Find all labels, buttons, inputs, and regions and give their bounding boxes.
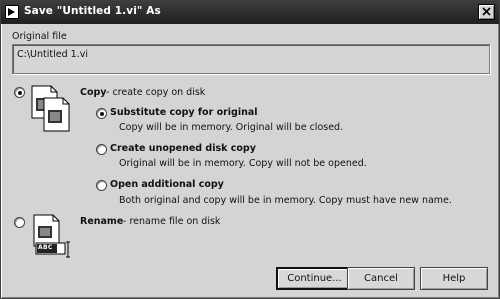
copy-files-icon — [31, 85, 70, 132]
additional-copy-label: Open additional copy — [110, 179, 224, 190]
title-bar: Save "Untitled 1.vi" As — [1, 1, 499, 24]
substitute-copy-desc: Copy will be in memory. Original will be… — [119, 122, 344, 133]
labview-vi-icon — [5, 5, 19, 19]
unopened-copy-desc: Original will be in memory. Copy will no… — [119, 158, 367, 169]
substitute-copy-label: Substitute copy for original — [110, 107, 258, 118]
rename-label: Rename — [80, 216, 124, 227]
rename-file-icon — [33, 214, 70, 258]
window-title: Save "Untitled 1.vi" As — [24, 5, 161, 17]
additional-copy-desc: Both original and copy will be in memory… — [119, 195, 452, 206]
unopened-copy-label: Create unopened disk copy — [110, 143, 256, 154]
copy-description: - create copy on disk — [106, 87, 206, 98]
continue-button[interactable]: Continue... — [276, 267, 353, 290]
copy-label: Copy — [80, 87, 107, 98]
unopened-copy-radio[interactable] — [96, 144, 107, 155]
rename-description: - rename file on disk — [123, 216, 221, 227]
rename-icon-badge: ABC — [38, 244, 53, 251]
copy-radio[interactable] — [14, 87, 25, 98]
save-as-dialog: Save "Untitled 1.vi" As Original file C:… — [0, 0, 500, 299]
close-icon — [482, 7, 491, 16]
rename-radio[interactable] — [14, 217, 25, 228]
help-button[interactable]: Help — [420, 267, 488, 290]
original-file-field: C:\Untitled 1.vi — [12, 44, 490, 74]
original-file-path: C:\Untitled 1.vi — [17, 49, 88, 60]
cancel-button[interactable]: Cancel — [347, 267, 415, 290]
original-file-label: Original file — [12, 31, 67, 42]
close-button[interactable] — [478, 4, 495, 20]
substitute-copy-radio[interactable] — [96, 108, 107, 119]
additional-copy-radio[interactable] — [96, 180, 107, 191]
